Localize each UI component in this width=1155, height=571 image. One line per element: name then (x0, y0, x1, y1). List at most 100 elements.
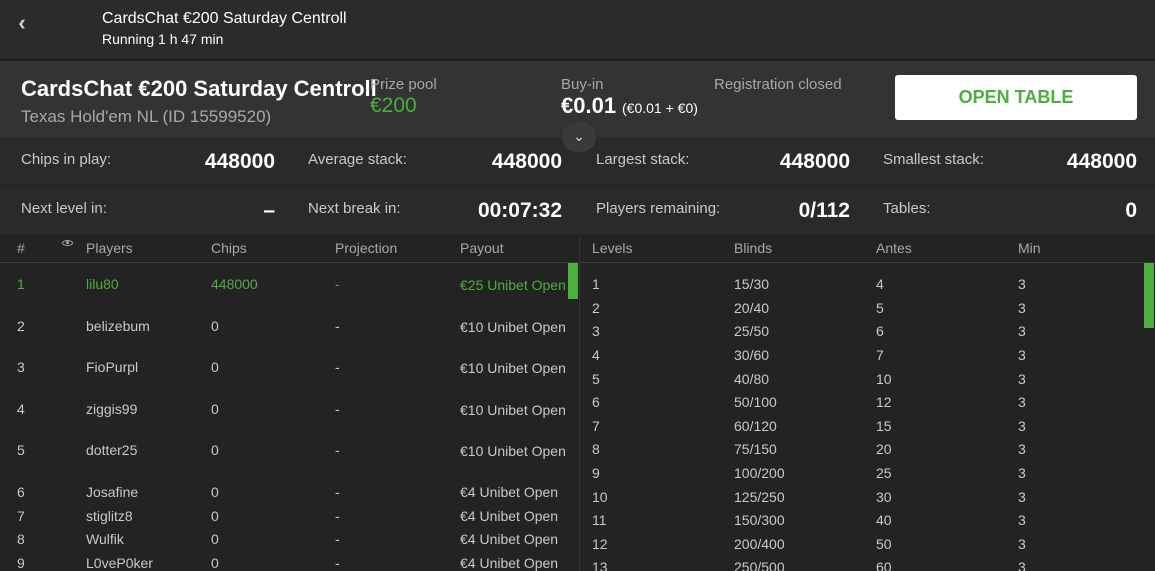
players-scrollbar[interactable] (568, 263, 578, 299)
stat-label: Smallest stack: (883, 151, 984, 168)
level-min: 3 (1018, 465, 1026, 481)
levels-table: Levels Blinds Antes Min 1 15/30 4 3 2 20… (579, 236, 1155, 571)
stat-label: Average stack: (308, 151, 407, 168)
col-rank[interactable]: # (17, 240, 25, 256)
eye-icon[interactable] (62, 240, 73, 246)
stat-value: 0 (1125, 199, 1137, 222)
level-blinds: 60/120 (734, 418, 777, 434)
level-number: 13 (592, 559, 608, 571)
level-antes: 60 (876, 559, 892, 571)
back-chevron-icon[interactable]: ‹ (8, 10, 36, 38)
player-name: Josafine (86, 484, 139, 500)
stat-next-break: Next break in: 00:07:32 (308, 186, 562, 234)
level-number: 4 (592, 347, 600, 363)
player-payout: €25 Unibet Open (460, 277, 566, 293)
buyin-breakdown: (€0.01 + €0) (622, 100, 698, 116)
level-min: 3 (1018, 489, 1026, 505)
player-chips: 0 (211, 318, 219, 334)
stat-value: – (263, 199, 275, 222)
level-antes: 6 (876, 323, 884, 339)
level-number: 11 (592, 512, 607, 528)
player-rank: 6 (17, 484, 25, 500)
col-projection[interactable]: Projection (335, 240, 397, 256)
players-table: # Players Chips Projection Payout 1 lilu… (0, 236, 578, 571)
stat-label: Tables: (883, 200, 931, 217)
level-blinds: 125/250 (734, 489, 785, 505)
stat-chips-in-play: Chips in play: 448000 (21, 137, 275, 185)
open-table-button[interactable]: OPEN TABLE (895, 75, 1137, 120)
player-projection: - (335, 508, 340, 524)
player-name: FioPurpl (86, 359, 139, 375)
levels-table-header: Levels Blinds Antes Min (580, 236, 1155, 263)
player-chips: 448000 (211, 276, 258, 292)
player-chips: 0 (211, 555, 219, 571)
level-blinds: 250/500 (734, 559, 785, 571)
stat-label: Next break in: (308, 200, 401, 217)
level-antes: 15 (876, 418, 892, 434)
player-rank: 2 (17, 318, 25, 334)
col-antes: Antes (876, 240, 912, 256)
level-antes: 4 (876, 276, 884, 292)
level-antes: 25 (876, 465, 892, 481)
stat-players-remaining: Players remaining: 0/112 (596, 186, 850, 234)
col-players[interactable]: Players (86, 240, 133, 256)
level-min: 3 (1018, 418, 1026, 434)
level-blinds: 100/200 (734, 465, 785, 481)
buyin-label: Buy-in (561, 76, 604, 93)
top-bar-title: CardsChat €200 Saturday Centroll (102, 10, 347, 27)
stat-value: 448000 (204, 150, 275, 173)
player-payout: €10 Unibet Open (460, 319, 566, 335)
level-antes: 7 (876, 347, 884, 363)
player-name: belizebum (86, 318, 150, 334)
stat-value: 0/112 (798, 199, 850, 222)
player-payout: €10 Unibet Open (460, 402, 566, 418)
player-chips: 0 (211, 359, 219, 375)
player-projection: - (335, 359, 340, 375)
level-min: 3 (1018, 371, 1026, 387)
level-min: 3 (1018, 512, 1026, 528)
stat-value: 448000 (1066, 150, 1137, 173)
player-chips: 0 (211, 531, 219, 547)
player-payout: €4 Unibet Open (460, 484, 559, 500)
player-rank: 8 (17, 531, 25, 547)
level-min: 3 (1018, 394, 1026, 410)
stat-tables: Tables: 0 (883, 186, 1137, 234)
level-min: 3 (1018, 559, 1026, 571)
levels-scrollbar[interactable] (1144, 263, 1154, 328)
buyin-value: €0.01 (561, 93, 617, 118)
player-projection: - (335, 442, 340, 458)
running-time: Running 1 h 47 min (102, 31, 224, 47)
player-payout: €10 Unibet Open (460, 360, 566, 376)
player-payout: €10 Unibet Open (460, 443, 566, 459)
players-table-header: # Players Chips Projection Payout (0, 236, 578, 263)
level-blinds: 25/50 (734, 323, 770, 339)
level-min: 3 (1018, 441, 1026, 457)
col-chips[interactable]: Chips (211, 240, 247, 256)
player-projection: - (335, 531, 340, 547)
player-chips: 0 (211, 508, 219, 524)
player-rank: 7 (17, 508, 25, 524)
level-blinds: 50/100 (734, 394, 777, 410)
level-antes: 20 (876, 441, 892, 457)
level-number: 6 (592, 394, 600, 410)
stat-label: Players remaining: (596, 200, 721, 217)
level-blinds: 75/150 (734, 441, 777, 457)
stat-value: 448000 (779, 150, 850, 173)
player-projection: - (335, 401, 340, 417)
col-blinds: Blinds (734, 240, 773, 256)
level-number: 8 (592, 441, 600, 457)
level-antes: 50 (876, 536, 892, 552)
stat-largest-stack: Largest stack: 448000 (596, 137, 850, 185)
col-payout[interactable]: Payout (460, 240, 504, 256)
player-payout: €4 Unibet Open (460, 555, 559, 571)
expand-chevron-icon[interactable]: ⌄ (562, 122, 596, 152)
level-number: 9 (592, 465, 600, 481)
player-name: dotter25 (86, 442, 138, 458)
level-blinds: 20/40 (734, 300, 770, 316)
player-projection: - (335, 484, 340, 500)
stat-value: 00:07:32 (477, 199, 562, 222)
col-levels: Levels (592, 240, 633, 256)
player-name: stiglitz8 (86, 508, 133, 524)
stat-value: 448000 (491, 150, 562, 173)
level-antes: 12 (876, 394, 892, 410)
